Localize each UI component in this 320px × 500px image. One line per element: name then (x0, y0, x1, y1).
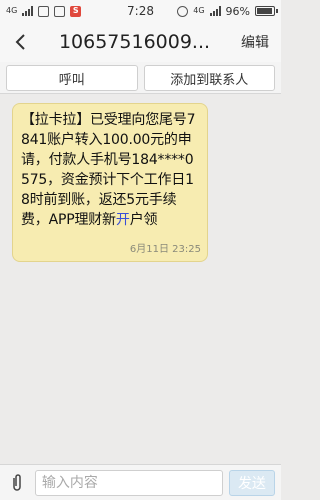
signal-icon-2 (209, 6, 221, 16)
conversation-area[interactable]: 【拉卡拉】已受理向您尾号7841账户转入100.00元的申请，付款人手机号184… (0, 94, 281, 464)
picture-icon (54, 5, 66, 17)
chevron-left-icon (15, 34, 25, 50)
status-bar: 4G S 7:28 4G 96% (0, 0, 281, 22)
message-bubble[interactable]: 【拉卡拉】已受理向您尾号7841账户转入100.00元的申请，付款人手机号184… (12, 103, 208, 262)
battery-icon (255, 6, 278, 16)
clock: 7:28 (127, 4, 154, 18)
call-button[interactable]: 呼叫 (6, 65, 138, 91)
alarm-icon (177, 5, 189, 17)
edit-button[interactable]: 编辑 (229, 32, 281, 52)
status-left: 4G S (6, 5, 82, 17)
message-input[interactable] (34, 469, 223, 496)
message-text: 【拉卡拉】已受理向您尾号7841账户转入100.00元的申请，付款人手机号184… (21, 110, 201, 230)
image-icon (38, 5, 50, 17)
signal-icon (22, 6, 34, 16)
composer-bar: 发送 (0, 464, 281, 500)
message-link-text[interactable]: 开 (116, 212, 130, 228)
app-notification-icon: S (70, 5, 82, 17)
status-right: 4G 96% (177, 4, 278, 18)
add-to-contacts-button[interactable]: 添加到联系人 (143, 65, 275, 91)
send-button[interactable]: 发送 (228, 469, 275, 496)
attach-button[interactable] (6, 469, 29, 497)
paperclip-icon (13, 473, 22, 491)
network-type-label: 4G (6, 6, 18, 15)
action-bar: 呼叫 添加到联系人 (0, 62, 281, 94)
message-timestamp: 6月11日 23:25 (129, 244, 201, 255)
conversation-title: 10657516009... (58, 31, 211, 53)
network-type-label-2: 4G (193, 6, 205, 15)
title-bar: 10657516009... 编辑 (0, 22, 281, 62)
message-text-tail: 户领 (129, 212, 158, 228)
battery-percent: 96% (225, 4, 250, 18)
message-text-main: 【拉卡拉】已受理向您尾号7841账户转入100.00元的申请，付款人手机号184… (21, 112, 196, 228)
back-button[interactable] (0, 22, 40, 62)
